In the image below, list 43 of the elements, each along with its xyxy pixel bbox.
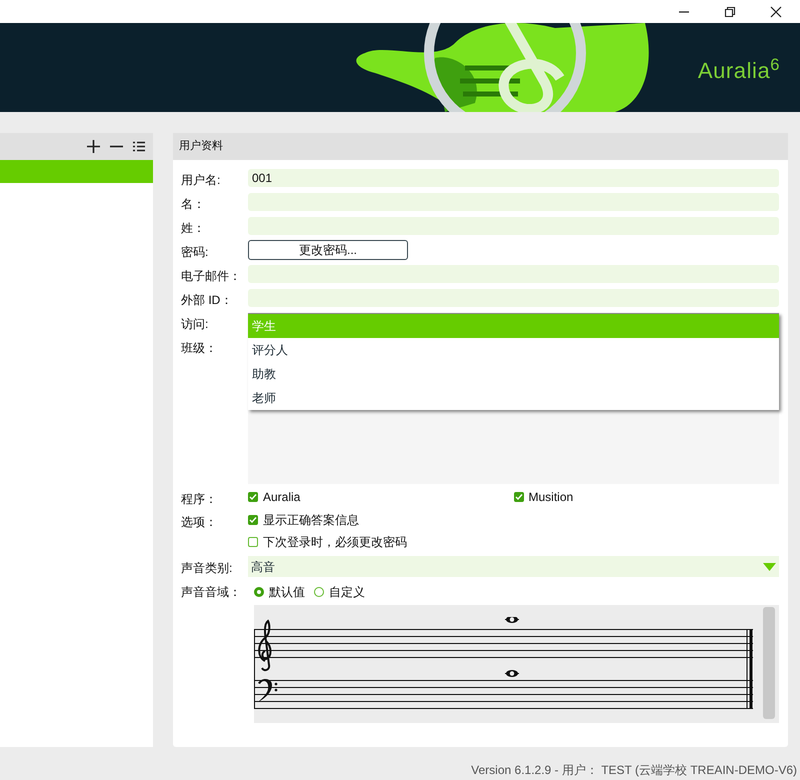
dropdown-option[interactable]: 助教 (248, 362, 779, 386)
list-icon[interactable] (133, 141, 145, 152)
radio-button[interactable] (254, 587, 264, 597)
app-logo: Auralia$^{6}$ (698, 54, 780, 85)
field-label: 姓： (181, 220, 206, 237)
checkbox[interactable] (248, 537, 258, 547)
checkbox[interactable] (514, 492, 524, 502)
field-label: 程序： (181, 491, 218, 508)
checkbox[interactable] (248, 515, 258, 525)
radio-label: 自定义 (329, 584, 365, 601)
checkbox-label: Musition (528, 489, 574, 506)
checkbox-label: Auralia (263, 489, 300, 506)
field-label: 用户名: (181, 172, 222, 189)
field-label: 外部 ID： (181, 292, 234, 309)
field-label: 电子邮件： (181, 268, 242, 285)
scrollbar[interactable] (763, 607, 775, 719)
field-label: 班级： (181, 340, 218, 357)
checkbox-label: 下次登录时，必须更改密码 (263, 534, 407, 551)
text-field[interactable] (248, 289, 779, 307)
close-icon[interactable] (770, 6, 782, 18)
field-label: 名： (181, 196, 206, 213)
panel-title: 用户资料 (179, 138, 223, 154)
checkbox[interactable] (248, 492, 258, 502)
field-label: 访问: (181, 316, 210, 333)
radio-label: 默认值 (269, 584, 305, 601)
field-label: 选项： (181, 514, 218, 531)
text-field[interactable] (248, 217, 779, 235)
text-field[interactable]: 001 (248, 169, 779, 187)
voice-type-dropdown[interactable]: 高音 (248, 556, 779, 577)
dropdown-option[interactable]: 评分人 (248, 338, 779, 362)
field-label: 声音类别: (181, 560, 234, 577)
dropdown-option[interactable]: 老师 (248, 386, 779, 410)
radio-button[interactable] (314, 587, 324, 597)
status-text: Version 6.1.2.9 - 用户： TEST (云端学校 TREAIN-DEMO-V6) (471, 762, 797, 779)
dropdown-arrow-icon[interactable] (763, 562, 776, 570)
field-label: 密码: (181, 244, 210, 261)
restore-icon[interactable] (724, 6, 736, 18)
checkbox-label: 显示正确答案信息 (263, 512, 359, 529)
change-password-button[interactable]: 更改密码... (248, 240, 408, 260)
text-field[interactable] (248, 193, 779, 211)
field-label: 声音音域： (181, 584, 242, 601)
add-icon[interactable] (87, 140, 100, 153)
text-field[interactable] (248, 265, 779, 283)
